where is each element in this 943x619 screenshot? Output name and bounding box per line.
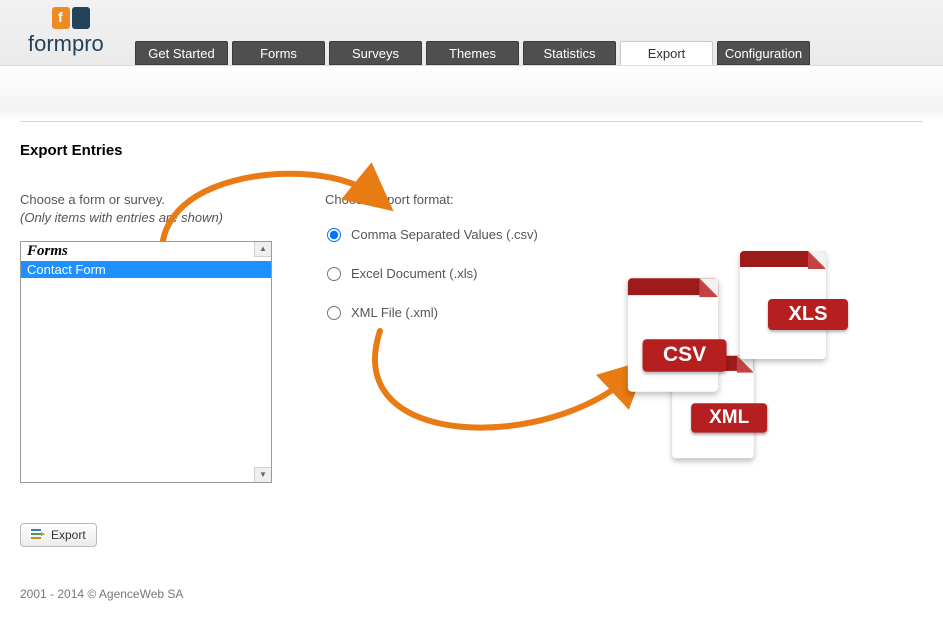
sub-bar (0, 66, 943, 121)
format-label-csv: Comma Separated Values (.csv) (351, 227, 538, 242)
format-options: Comma Separated Values (.csv) Excel Docu… (325, 227, 538, 320)
logo-block-navy (72, 7, 90, 29)
top-bar: formpro Get Started Forms Surveys Themes… (0, 0, 943, 66)
file-doc-xls: XLS (740, 251, 826, 359)
content: Export Entries Choose a form or survey. … (0, 121, 943, 601)
format-label-xml: XML File (.xml) (351, 305, 438, 320)
choose-form-label: Choose a form or survey. (20, 192, 165, 207)
export-icon (31, 528, 45, 542)
format-option-xls[interactable]: Excel Document (.xls) (325, 266, 538, 281)
right-column: Choose export format: Comma Separated Va… (325, 191, 538, 344)
tab-export[interactable]: Export (620, 41, 713, 65)
file-badge-xls: XLS (768, 299, 848, 330)
tab-get-started[interactable]: Get Started (135, 41, 228, 65)
logo-block-orange (52, 7, 70, 29)
logo: formpro (28, 7, 104, 57)
annotation-arrow-2 (310, 321, 650, 481)
tab-statistics[interactable]: Statistics (523, 41, 616, 65)
choose-form-hint: (Only items with entries are shown) (20, 210, 223, 225)
choose-form-prompt: Choose a form or survey. (Only items wit… (20, 191, 295, 227)
format-option-xml[interactable]: XML File (.xml) (325, 305, 538, 320)
scroll-down-icon[interactable]: ▼ (254, 467, 271, 482)
file-type-illustration: XLS CSV XML (620, 251, 850, 451)
listbox-header: Forms (21, 242, 271, 261)
footer: 2001 - 2014 © AgenceWeb SA (20, 587, 923, 601)
format-option-csv[interactable]: Comma Separated Values (.csv) (325, 227, 538, 242)
logo-text: formpro (28, 31, 104, 57)
logo-mark (28, 7, 104, 29)
scroll-up-icon[interactable]: ▲ (254, 242, 271, 257)
export-button[interactable]: Export (20, 523, 97, 547)
columns: Choose a form or survey. (Only items wit… (20, 191, 923, 483)
format-radio-csv[interactable] (327, 228, 341, 242)
divider (20, 121, 923, 122)
tab-configuration[interactable]: Configuration (717, 41, 810, 65)
page-title: Export Entries (20, 142, 923, 159)
main-tabs: Get Started Forms Surveys Themes Statist… (135, 41, 810, 65)
format-label-xls: Excel Document (.xls) (351, 266, 477, 281)
tab-forms[interactable]: Forms (232, 41, 325, 65)
file-badge-xml: XML (691, 403, 767, 432)
format-radio-xml[interactable] (327, 306, 341, 320)
file-doc-csv: CSV (628, 278, 718, 391)
choose-format-label: Choose export format: (325, 191, 538, 209)
file-badge-csv: CSV (643, 339, 727, 372)
export-button-label: Export (51, 528, 86, 542)
list-item[interactable]: Contact Form (21, 261, 271, 278)
tab-surveys[interactable]: Surveys (329, 41, 422, 65)
left-column: Choose a form or survey. (Only items wit… (20, 191, 295, 483)
tab-themes[interactable]: Themes (426, 41, 519, 65)
format-radio-xls[interactable] (327, 267, 341, 281)
form-listbox[interactable]: ▲ Forms Contact Form ▼ (20, 241, 272, 483)
